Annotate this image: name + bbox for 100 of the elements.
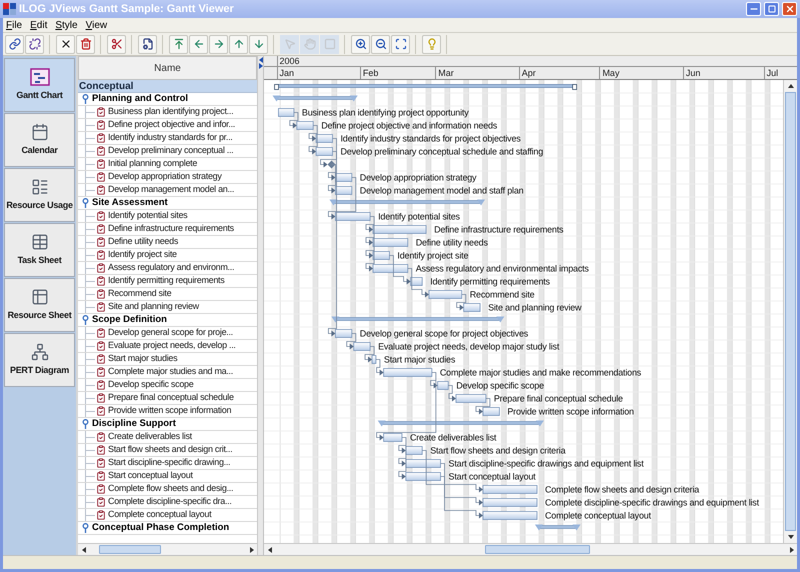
- tree-row[interactable]: Develop preliminary conceptual ...: [78, 145, 257, 158]
- menu-item[interactable]: Style: [55, 18, 78, 32]
- task-bar[interactable]: [482, 485, 538, 494]
- nav-button[interactable]: Calendar: [4, 113, 75, 167]
- tree-row[interactable]: Complete major studies and ma...: [78, 366, 257, 379]
- task-bar[interactable]: [456, 394, 486, 403]
- summary-bar[interactable]: [534, 524, 581, 530]
- scroll-right-icon[interactable]: [790, 546, 794, 552]
- pin-icon[interactable]: [82, 198, 89, 208]
- task-bar[interactable]: [372, 355, 376, 364]
- tree-row[interactable]: Define infrastructure requirements: [78, 223, 257, 236]
- tree-row[interactable]: Start major studies: [78, 353, 257, 366]
- task-bar[interactable]: [428, 290, 462, 299]
- toolbar-button[interactable]: [138, 34, 157, 54]
- summary-bar[interactable]: [378, 420, 544, 426]
- tree-row[interactable]: Conceptual Phase Completion: [78, 522, 257, 535]
- pin-icon[interactable]: [82, 94, 89, 104]
- tree-row[interactable]: Create deliverables list: [78, 431, 257, 444]
- pin-icon[interactable]: [82, 419, 89, 429]
- tree-row[interactable]: Complete flow sheets and desig...: [78, 483, 257, 496]
- tree-row[interactable]: Develop management model an...: [78, 184, 257, 197]
- task-bar[interactable]: [296, 121, 314, 130]
- summary-bar[interactable]: [272, 96, 358, 102]
- tree-row[interactable]: Evaluate project needs, develop ...: [78, 340, 257, 353]
- task-bar[interactable]: [482, 498, 538, 507]
- task-bar[interactable]: [405, 472, 441, 481]
- pin-icon[interactable]: [82, 315, 89, 325]
- tree-row[interactable]: Recommend site: [78, 288, 257, 301]
- minimize-button[interactable]: [746, 2, 761, 16]
- tree-row[interactable]: Define utility needs: [78, 236, 257, 249]
- task-bar[interactable]: [372, 251, 390, 260]
- scrollbar-thumb[interactable]: [785, 92, 796, 531]
- task-bar[interactable]: [372, 238, 408, 247]
- tree-row[interactable]: Develop general scope for proje...: [78, 327, 257, 340]
- toolbar-button[interactable]: [76, 34, 95, 54]
- task-bar[interactable]: [405, 459, 441, 468]
- task-bar[interactable]: [372, 225, 426, 234]
- task-bar[interactable]: [410, 277, 423, 286]
- tree-row[interactable]: Identify permitting requirements: [78, 275, 257, 288]
- tree-row[interactable]: Site Assessment: [78, 197, 257, 210]
- tree-row[interactable]: Site and planning review: [78, 301, 257, 314]
- tree-row[interactable]: Start discipline-specific drawing...: [78, 457, 257, 470]
- tree-row[interactable]: Start conceptual layout: [78, 470, 257, 483]
- task-bar[interactable]: [372, 264, 408, 273]
- menu-item[interactable]: File: [6, 18, 22, 32]
- nav-button[interactable]: Task Sheet: [4, 223, 75, 277]
- milestone-diamond[interactable]: [328, 160, 336, 168]
- vertical-scrollbar[interactable]: [783, 80, 797, 543]
- tree-row[interactable]: Business plan identifying project...: [78, 106, 257, 119]
- task-bar[interactable]: [463, 303, 480, 312]
- tree-row[interactable]: Prepare final conceptual schedule: [78, 392, 257, 405]
- tree-row[interactable]: Identify potential sites: [78, 210, 257, 223]
- close-button[interactable]: [782, 2, 797, 16]
- task-bar[interactable]: [482, 407, 500, 416]
- tree-row[interactable]: Identify project site: [78, 249, 257, 262]
- scroll-up-icon[interactable]: [788, 84, 794, 88]
- scroll-right-icon[interactable]: [250, 546, 254, 552]
- tree-row[interactable]: Start flow sheets and design crit...: [78, 444, 257, 457]
- horizontal-scrollbar[interactable]: [78, 543, 257, 555]
- menu-item[interactable]: View: [86, 18, 108, 32]
- tree-row[interactable]: Develop specific scope: [78, 379, 257, 392]
- scroll-down-icon[interactable]: [788, 535, 794, 539]
- tree-row[interactable]: Planning and Control: [78, 93, 257, 106]
- task-bar[interactable]: [437, 381, 449, 390]
- tree-row[interactable]: Provide written scope information: [78, 405, 257, 418]
- splitter-arrows-icon[interactable]: [258, 57, 262, 69]
- nav-button[interactable]: PERT Diagram: [4, 333, 75, 387]
- tree-row[interactable]: Scope Definition: [78, 314, 257, 327]
- task-bar[interactable]: [334, 212, 371, 221]
- task-bar[interactable]: [353, 342, 371, 351]
- task-bar[interactable]: [334, 329, 352, 338]
- tree-row[interactable]: Assess regulatory and environm...: [78, 262, 257, 275]
- toolbar-button[interactable]: [5, 34, 24, 54]
- summary-bar[interactable]: [331, 316, 504, 322]
- nav-button[interactable]: Resource Sheet: [4, 278, 75, 332]
- pin-icon[interactable]: [82, 523, 89, 533]
- task-bar[interactable]: [316, 134, 333, 143]
- task-bar[interactable]: [383, 368, 432, 377]
- tree-row[interactable]: Complete conceptual layout: [78, 509, 257, 522]
- scrollbar-thumb[interactable]: [99, 545, 161, 554]
- scroll-left-icon[interactable]: [82, 546, 86, 552]
- tree-row[interactable]: Discipline Support: [78, 418, 257, 431]
- task-bar[interactable]: [278, 108, 294, 117]
- toolbar-button[interactable]: [25, 34, 44, 54]
- task-bar[interactable]: [334, 186, 352, 195]
- column-header[interactable]: Name: [78, 56, 257, 80]
- tree-row[interactable]: Identify industry standards for pr...: [78, 132, 257, 145]
- toolbar-button[interactable]: [56, 34, 75, 54]
- task-bar[interactable]: [383, 433, 402, 442]
- nav-button[interactable]: Gantt Chart: [4, 58, 75, 112]
- tree-row[interactable]: Define project objective and infor...: [78, 119, 257, 132]
- nav-button[interactable]: Resource Usage: [4, 168, 75, 222]
- tree-row[interactable]: Develop appropriation strategy: [78, 171, 257, 184]
- toolbar-button[interactable]: [107, 34, 126, 54]
- task-bar[interactable]: [316, 147, 333, 156]
- project-bar[interactable]: [274, 84, 578, 90]
- menu-item[interactable]: Edit: [30, 18, 48, 32]
- tree-row[interactable]: Complete discipline-specific dra...: [78, 496, 257, 509]
- task-bar[interactable]: [482, 511, 538, 520]
- toolbar-button[interactable]: [351, 34, 370, 54]
